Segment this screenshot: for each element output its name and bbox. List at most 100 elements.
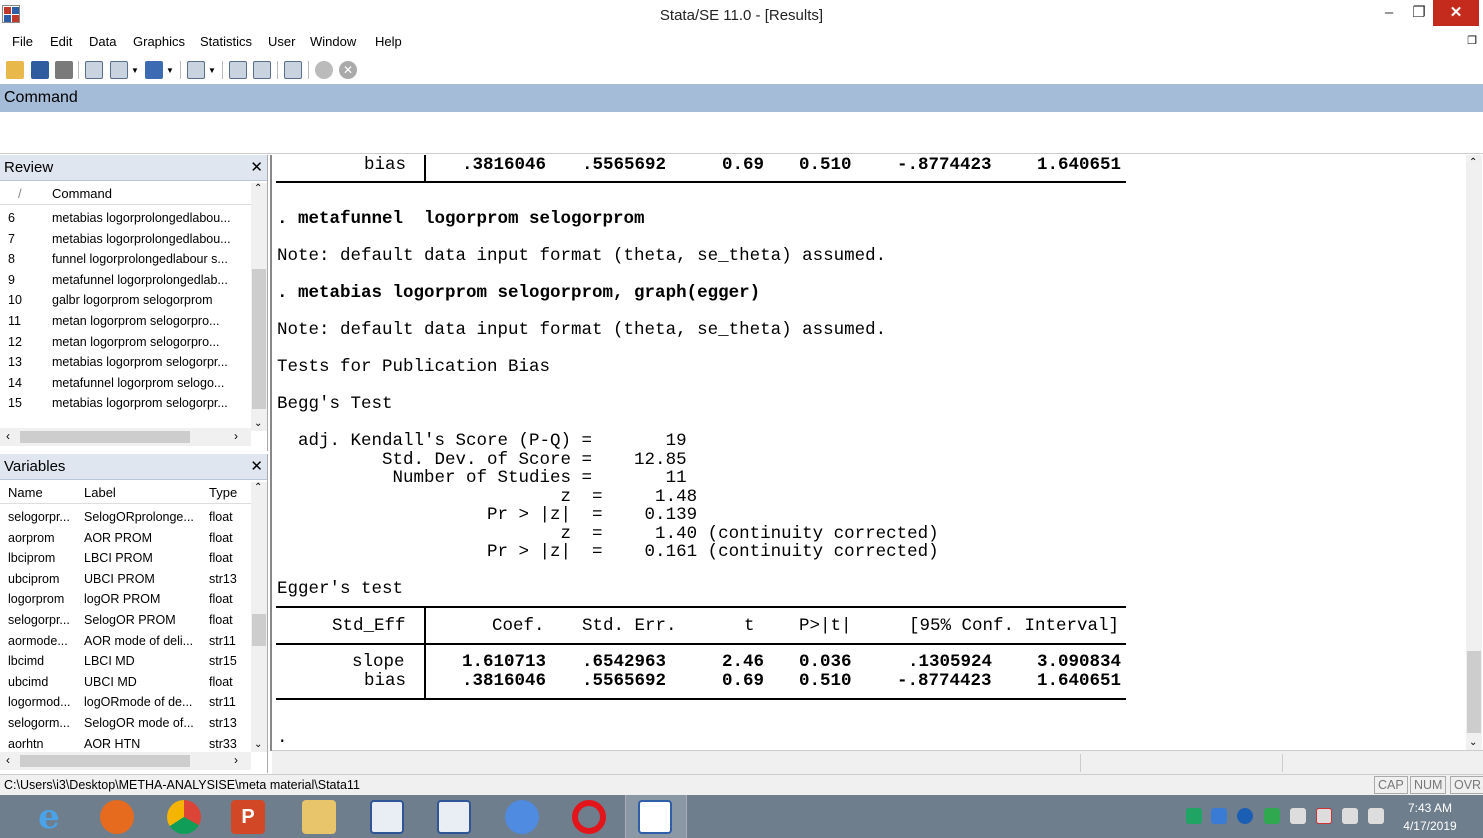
firefox-icon[interactable] <box>100 800 134 834</box>
menu-user[interactable]: User <box>268 34 295 49</box>
menu-graphics[interactable]: Graphics <box>133 34 185 49</box>
review-row[interactable]: 9 metafunnel logorprolongedlab... <box>0 270 250 291</box>
log-icon[interactable] <box>85 61 103 79</box>
minimize-button[interactable]: – <box>1372 0 1406 26</box>
drive-tray-icon[interactable] <box>1186 808 1202 824</box>
document-viewer-icon[interactable] <box>437 800 471 834</box>
break-icon[interactable]: ✕ <box>339 61 357 79</box>
scroll-down-icon[interactable]: ⌄ <box>1469 737 1477 748</box>
menu-data[interactable]: Data <box>89 34 116 49</box>
results-window[interactable]: bias .3816046 .5565692 0.69 0.510 -.8774… <box>272 155 1464 750</box>
variable-row[interactable]: logormod... logORmode of de... str11 <box>0 692 250 713</box>
chrome-icon[interactable] <box>167 800 201 834</box>
viewer-dropdown-icon[interactable]: ▼ <box>131 66 139 75</box>
scroll-right-icon[interactable]: › <box>234 753 238 767</box>
variable-label: UBCI MD <box>84 674 137 689</box>
do-editor-dropdown-icon[interactable]: ▼ <box>208 66 216 75</box>
variables-close-icon[interactable]: ✕ <box>250 457 263 475</box>
scroll-left-icon[interactable]: ‹ <box>6 753 10 767</box>
file-explorer-icon[interactable] <box>302 800 336 834</box>
clock[interactable]: 7:43 AM 4/17/2019 <box>1390 799 1470 835</box>
document-viewer-icon[interactable] <box>370 800 404 834</box>
variable-row[interactable]: logorprom logOR PROM float <box>0 589 250 610</box>
restore-button[interactable]: ❐ <box>1402 0 1436 26</box>
variables-vscroll-thumb[interactable] <box>252 614 266 646</box>
powerpoint-icon[interactable]: P <box>231 800 265 834</box>
review-row[interactable]: 15 metabias logorprom selogorpr... <box>0 393 250 414</box>
internet-explorer-icon[interactable]: e <box>32 800 66 834</box>
top-row-label: bias <box>364 155 407 175</box>
chromium-icon[interactable] <box>505 800 539 834</box>
results-vscroll[interactable]: ⌃ ⌄ <box>1466 155 1482 750</box>
review-row[interactable]: 8 funnel logorprolongedlabour s... <box>0 249 250 270</box>
review-hscroll[interactable]: ‹ › <box>0 428 251 446</box>
variables-col-type[interactable]: Type <box>209 485 237 500</box>
menu-window[interactable]: Window <box>310 34 356 49</box>
scroll-down-icon[interactable]: ⌄ <box>254 739 262 750</box>
variables-vscroll[interactable]: ⌃ ⌄ <box>251 482 267 752</box>
variables-col-label[interactable]: Label <box>84 485 116 500</box>
save-icon[interactable] <box>31 61 49 79</box>
scroll-up-icon[interactable]: ⌃ <box>254 482 262 493</box>
menu-file[interactable]: File <box>12 34 33 49</box>
open-icon[interactable] <box>6 61 24 79</box>
review-vscroll-thumb[interactable] <box>252 269 266 409</box>
variable-row[interactable]: aorprom AOR PROM float <box>0 528 250 549</box>
flag-tray-icon[interactable] <box>1316 808 1332 824</box>
network-tray-icon[interactable] <box>1211 808 1227 824</box>
scroll-down-icon[interactable]: ⌄ <box>254 418 262 429</box>
volume-tray-icon[interactable] <box>1368 808 1384 824</box>
data-browser-icon[interactable] <box>253 61 271 79</box>
review-hscroll-thumb[interactable] <box>20 431 190 443</box>
graph-dropdown-icon[interactable]: ▼ <box>166 66 174 75</box>
wifi-tray-icon[interactable] <box>1290 808 1306 824</box>
menu-statistics[interactable]: Statistics <box>200 34 252 49</box>
variable-row[interactable]: selogorpr... SelogOR PROM float <box>0 610 250 631</box>
scroll-left-icon[interactable]: ‹ <box>6 429 10 443</box>
scroll-right-icon[interactable]: › <box>234 429 238 443</box>
review-col-command[interactable]: Command <box>52 186 112 201</box>
graph-icon[interactable] <box>145 61 163 79</box>
review-row[interactable]: 7 metabias logorprolongedlabou... <box>0 229 250 250</box>
variable-row[interactable]: selogorm... SelogOR mode of... str13 <box>0 713 250 734</box>
scroll-up-icon[interactable]: ⌃ <box>1469 157 1477 168</box>
review-row[interactable]: 13 metabias logorprom selogorpr... <box>0 352 250 373</box>
results-vscroll-thumb[interactable] <box>1467 651 1481 733</box>
egger-row-coef: 1.610713 <box>462 652 547 672</box>
menu-edit[interactable]: Edit <box>50 34 72 49</box>
viewer-icon[interactable] <box>110 61 128 79</box>
scroll-up-icon[interactable]: ⌃ <box>254 183 262 194</box>
review-row[interactable]: 6 metabias logorprolongedlabou... <box>0 208 250 229</box>
review-row[interactable]: 12 metan logorprom selogorpro... <box>0 332 250 353</box>
stata-taskbar-button[interactable] <box>625 795 687 838</box>
do-file-editor-icon[interactable] <box>187 61 205 79</box>
variable-row[interactable]: aormode... AOR mode of deli... str11 <box>0 631 250 652</box>
review-row[interactable]: 10 galbr logorprom selogorprom <box>0 290 250 311</box>
power-tray-icon[interactable] <box>1342 808 1358 824</box>
review-row[interactable]: 14 metafunnel logorprom selogo... <box>0 373 250 394</box>
mdi-restore-icon[interactable]: ❐ <box>1467 34 1477 47</box>
variables-hscroll[interactable]: ‹ › <box>0 752 251 770</box>
variables-manager-icon[interactable] <box>284 61 302 79</box>
review-column-header: / Command <box>0 181 267 205</box>
security-tray-icon[interactable] <box>1264 808 1280 824</box>
variable-row[interactable]: lbcimd LBCI MD str15 <box>0 651 250 672</box>
variables-hscroll-thumb[interactable] <box>20 755 190 767</box>
review-vscroll[interactable]: ⌃ ⌄ <box>251 183 267 431</box>
print-icon[interactable] <box>55 61 73 79</box>
bluetooth-tray-icon[interactable] <box>1237 808 1253 824</box>
variable-row[interactable]: ubciprom UBCI PROM str13 <box>0 569 250 590</box>
review-close-icon[interactable]: ✕ <box>250 158 263 176</box>
command-input[interactable] <box>0 112 1483 154</box>
opera-icon[interactable] <box>572 800 606 834</box>
variables-col-name[interactable]: Name <box>8 485 43 500</box>
menu-help[interactable]: Help <box>375 34 402 49</box>
variable-row[interactable]: selogorpr... SelogORprolonge... float <box>0 507 250 528</box>
variable-row[interactable]: lbciprom LBCI PROM float <box>0 548 250 569</box>
close-button[interactable]: ✕ <box>1433 0 1479 26</box>
variable-row[interactable]: ubcimd UBCI MD float <box>0 672 250 693</box>
more-icon[interactable] <box>315 61 333 79</box>
review-row[interactable]: 11 metan logorprom selogorpro... <box>0 311 250 332</box>
review-col-num[interactable]: / <box>18 186 22 201</box>
data-editor-icon[interactable] <box>229 61 247 79</box>
